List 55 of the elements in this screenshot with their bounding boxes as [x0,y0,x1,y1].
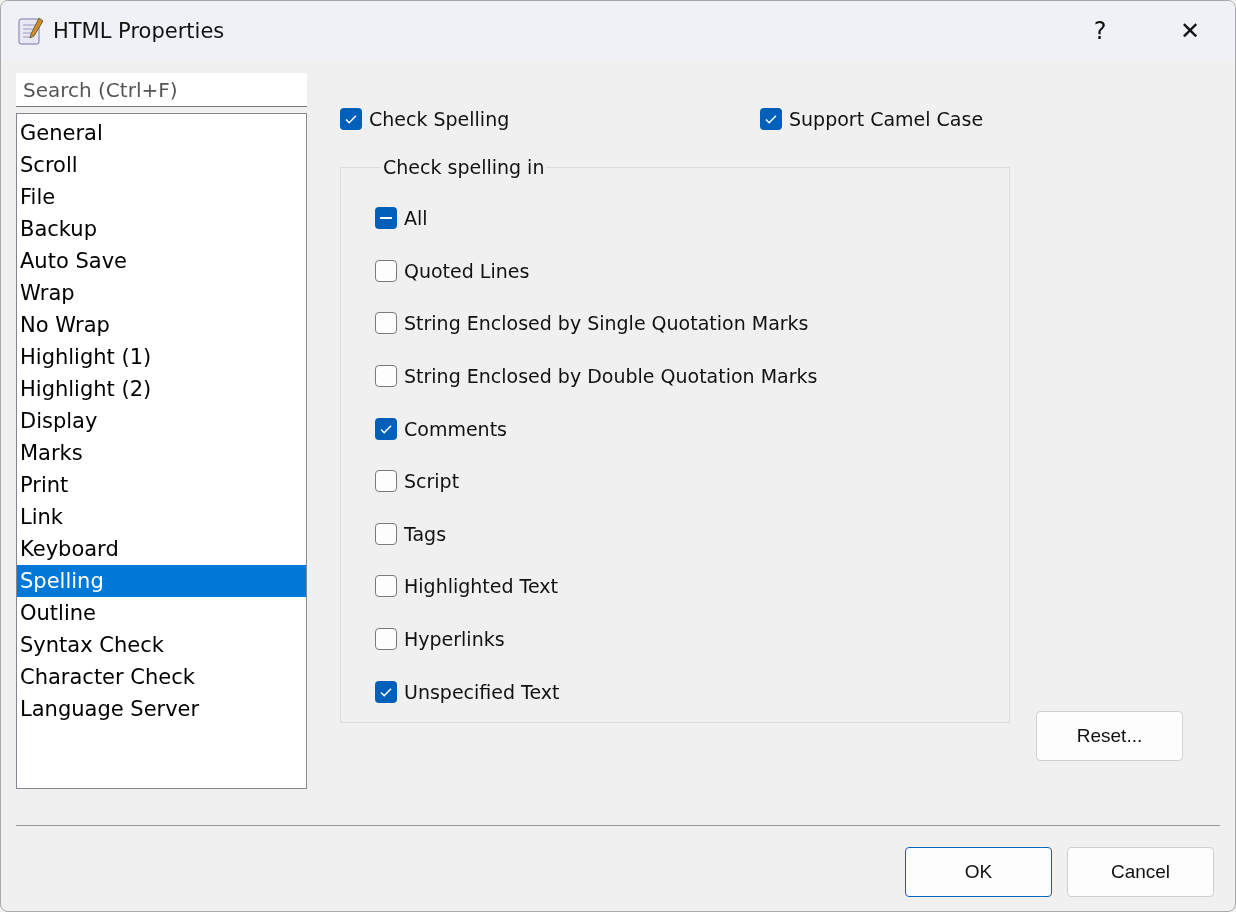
list-item[interactable]: General [17,117,306,149]
checkbox[interactable] [760,108,782,130]
checkbox-label: Support Camel Case [789,108,984,130]
list-item[interactable]: Outline [17,597,306,629]
list-item[interactable]: File [17,181,306,213]
list-item[interactable]: No Wrap [17,309,306,341]
checkbox-label: String Enclosed by Double Quotation Marks [404,365,818,388]
cancel-button[interactable]: Cancel [1067,847,1214,897]
list-item[interactable]: Link [17,501,306,533]
reset-button[interactable]: Reset... [1036,711,1183,761]
checkbox-label: String Enclosed by Single Quotation Marks [404,312,809,335]
checkbox[interactable] [340,108,362,130]
dash-icon [380,217,392,220]
list-item[interactable]: Auto Save [17,245,306,277]
help-button[interactable]: ? [1055,1,1145,61]
search-field[interactable]: Search (Ctrl+F) [16,73,307,107]
checkbox[interactable] [375,417,397,440]
checkbox-label: Check Spelling [369,108,510,130]
list-item[interactable]: Language Server [17,693,306,725]
list-item[interactable]: Print [17,469,306,501]
checkbox[interactable] [375,470,397,493]
checkbox-label: All [404,207,428,230]
checkbox-label: Hyperlinks [404,628,505,651]
checkbox-label: Comments [404,417,507,440]
list-item[interactable]: Display [17,405,306,437]
checkbox[interactable] [375,259,397,282]
checkbox-label: Quoted Lines [404,259,530,282]
checkbox[interactable] [375,680,397,703]
checkbox[interactable] [375,365,397,388]
checkbox[interactable] [375,575,397,598]
checkbox-label: Tags [404,522,447,545]
checkbox[interactable] [375,312,397,335]
list-item[interactable]: Spelling [17,565,306,597]
checkbox-label: Unspecified Text [404,680,560,703]
checkbox-label: Script [404,470,460,493]
list-item[interactable]: Wrap [17,277,306,309]
notepad-icon [17,16,45,46]
close-button[interactable]: ✕ [1145,1,1235,61]
checkbox[interactable] [375,522,397,545]
window-title: HTML Properties [53,19,226,43]
checkmark-icon [344,112,358,126]
list-item[interactable]: Keyboard [17,533,306,565]
checkmark-icon [764,112,778,126]
list-item[interactable]: Scroll [17,149,306,181]
checkbox-label: Highlighted Text [404,575,558,598]
list-item[interactable]: Highlight (2) [17,373,306,405]
list-item[interactable]: Marks [17,437,306,469]
ok-button[interactable]: OK [905,847,1052,897]
group-title: Check spelling in [382,156,546,178]
list-item[interactable]: Highlight (1) [17,341,306,373]
list-item[interactable]: Character Check [17,661,306,693]
checkbox[interactable] [375,207,397,230]
list-item[interactable]: Syntax Check [17,629,306,661]
list-item[interactable]: Backup [17,213,306,245]
checkbox[interactable] [375,628,397,651]
